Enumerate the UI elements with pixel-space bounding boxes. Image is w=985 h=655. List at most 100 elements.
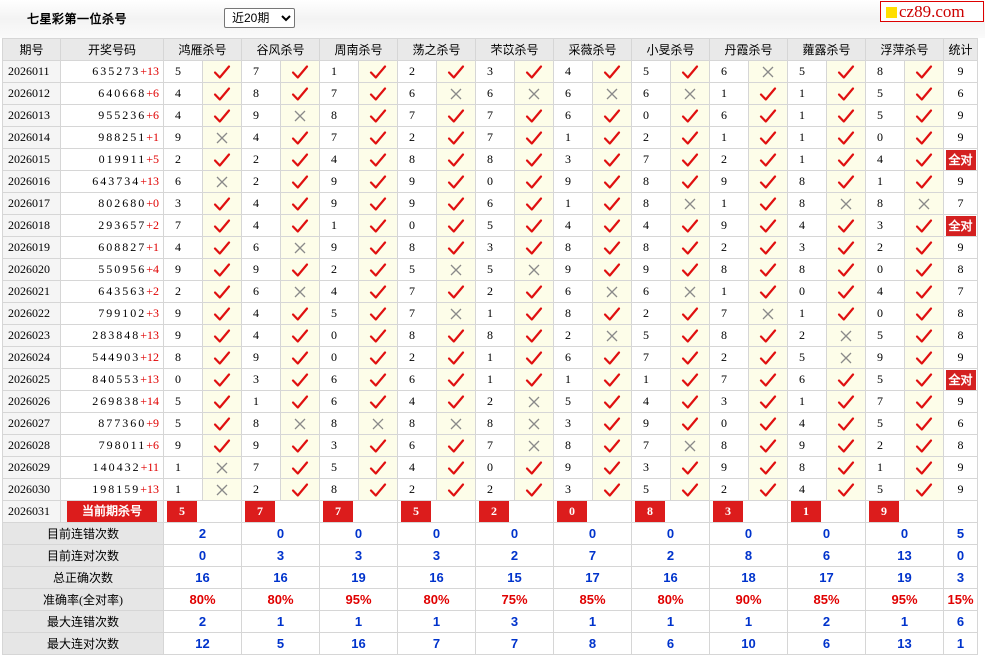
tick-icon [369,328,387,343]
kill-value: 6 [553,280,593,303]
summary-label: 最大连错次数 [2,610,164,633]
kill-value: 6 [709,104,749,127]
hit-mark [826,280,866,303]
summary-value: 16 [163,566,242,589]
current-kill-cell: 5 [397,500,476,523]
summary-value: 1 [553,610,632,633]
summary-value: 85% [787,588,866,611]
draw-number: 198159+13 [60,478,164,501]
tick-icon [759,108,777,123]
draw-sum: +2 [146,284,159,298]
draw-number: 988251+1 [60,126,164,149]
kill-value: 9 [241,258,281,281]
summary-value: 0 [787,522,866,545]
tick-icon [525,240,543,255]
cross-icon [684,286,696,297]
site-logo[interactable]: cz89.com [880,1,984,22]
summary-label: 目前连对次数 [2,544,164,567]
tick-icon [603,152,621,167]
tick-icon [759,394,777,409]
summary-value: 2 [475,544,554,567]
tick-icon [525,196,543,211]
kill-value: 2 [631,302,671,325]
summary-value: 5 [943,522,978,545]
tick-icon [291,130,309,145]
summary-value: 3 [319,544,398,567]
table-row: 2026011 635273+13 5 7 1 2 3 4 5 6 5 8 9 [2,60,978,83]
miss-mark [514,434,554,457]
kill-value: 3 [163,192,203,215]
tick-icon [213,262,231,277]
draw-number: 955236+6 [60,104,164,127]
kill-value: 6 [241,236,281,259]
hit-mark [436,214,476,237]
tick-icon [213,64,231,79]
miss-mark [202,456,242,479]
kill-value: 5 [163,390,203,413]
miss-mark [280,236,320,259]
cross-icon [840,330,852,341]
kill-value: 6 [397,434,437,457]
kill-value: 5 [865,412,905,435]
tick-icon [681,262,699,277]
kill-value: 8 [709,324,749,347]
col-header: 荡之杀号 [397,38,476,61]
hit-mark [592,104,632,127]
draw-number: 140432+11 [60,456,164,479]
summary-value: 2 [163,522,242,545]
hit-mark [514,148,554,171]
tick-icon [213,196,231,211]
cross-icon [918,198,930,209]
draw-sum: +4 [146,262,159,276]
kill-value: 7 [397,104,437,127]
cross-icon [606,286,618,297]
kill-value: 6 [787,368,827,391]
tick-icon [915,438,933,453]
period-id: 2026028 [2,434,61,457]
hit-mark [748,236,788,259]
tick-icon [447,460,465,475]
summary-value: 95% [319,588,398,611]
kill-value: 3 [631,456,671,479]
tick-icon [525,284,543,299]
kill-value: 8 [787,170,827,193]
tick-icon [291,174,309,189]
kill-value: 2 [865,236,905,259]
draw-number: 798011+6 [60,434,164,457]
summary-value: 15 [475,566,554,589]
tick-icon [291,64,309,79]
tick-icon [525,328,543,343]
hit-mark [670,126,710,149]
summary-value: 1 [865,610,944,633]
draw-digits: 198159 [92,482,141,496]
tick-icon [915,350,933,365]
summary-value: 13 [865,632,944,655]
miss-mark [748,302,788,325]
tick-icon [837,394,855,409]
hit-mark [202,192,242,215]
hit-mark [748,148,788,171]
kill-value: 8 [397,236,437,259]
period-select[interactable]: 近20期 [224,8,295,28]
draw-digits: 877360 [98,416,147,430]
tick-icon [213,438,231,453]
hit-mark [904,170,944,193]
miss-mark [670,82,710,105]
hit-mark [202,148,242,171]
kill-value: 1 [709,82,749,105]
hit-mark [904,368,944,391]
draw-number: 840553+13 [60,368,164,391]
kill-value: 9 [163,324,203,347]
tick-icon [915,416,933,431]
kill-value: 8 [553,236,593,259]
tick-icon [603,218,621,233]
hit-mark [592,148,632,171]
hit-mark [748,434,788,457]
tick-icon [837,108,855,123]
tick-icon [369,306,387,321]
kill-value: 6 [163,170,203,193]
summary-value: 1 [397,610,476,633]
kill-value: 9 [241,346,281,369]
tick-icon [291,86,309,101]
kill-value: 8 [865,192,905,215]
